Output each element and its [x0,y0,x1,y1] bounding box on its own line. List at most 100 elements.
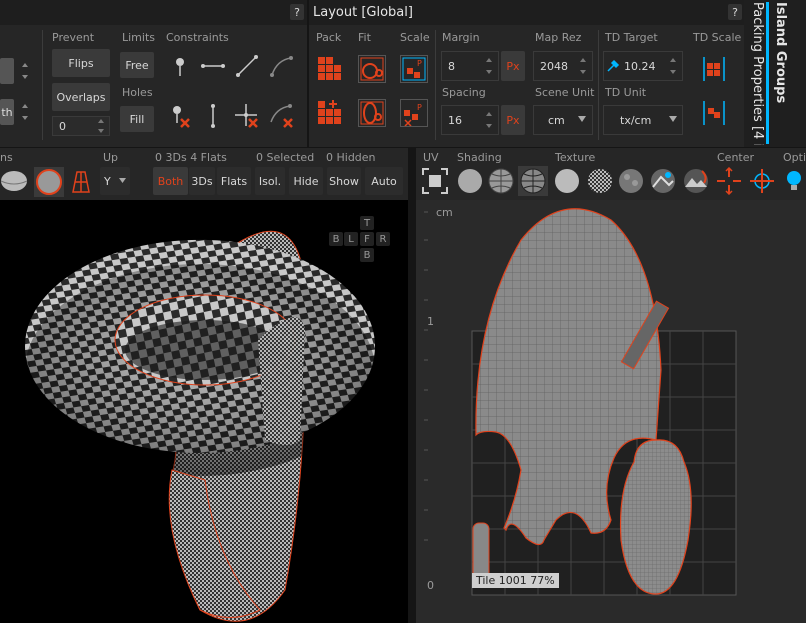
side-tab-island-groups[interactable]: Island Groups [773,2,793,142]
hide-button[interactable]: Hide [289,167,323,195]
pack-rotate-icon[interactable] [316,99,344,127]
edge-horizontal-icon[interactable] [199,52,227,80]
selected-label: 0 Selected [256,151,315,164]
options-label: Opti [783,151,806,164]
overlaps-button[interactable]: Overlaps [52,83,110,111]
nav-right-button[interactable]: R [376,232,390,246]
svg-text:P: P [417,103,422,112]
counts-label: 0 3Ds 4 Flats [155,151,227,164]
both-button[interactable]: Both [153,167,188,195]
curve-remove-icon[interactable] [268,102,296,130]
shading-wire-dark-icon[interactable] [518,166,548,196]
td-target-spinner[interactable] [668,55,678,77]
left-cut-spinner[interactable] [20,60,30,82]
layout-title: Layout [Global] [313,5,413,20]
td-target-value: 10.24 [624,59,656,73]
pack-grid-icon[interactable] [316,55,344,83]
td-target-label: TD Target [605,31,658,44]
island-groups-label: Island Groups [773,2,788,104]
pack-label: Pack [316,31,342,44]
edge-curve-icon[interactable] [268,52,296,80]
margin-unit: Px [506,59,520,73]
scene-unit-chevron-icon [578,116,586,122]
texture-checker-icon[interactable] [585,166,615,196]
light-bulb-icon[interactable] [782,166,806,196]
side-tab-highlight [766,2,769,144]
fit-origin-icon[interactable] [358,99,386,127]
td-scale-icon[interactable] [700,55,728,83]
shading-wire-icon[interactable] [486,166,516,196]
unpin-icon[interactable] [166,102,194,130]
3ds-button[interactable]: 3Ds [189,167,215,195]
spacing-unit: Px [506,113,520,127]
texture-landscape-icon[interactable] [681,166,711,196]
free-button[interactable]: Free [120,52,154,78]
overlaps-value: 0 [59,119,66,133]
spacing-px-toggle[interactable]: Px [501,105,525,135]
viewport-splitter[interactable] [408,147,416,623]
packing-properties-label: Packing Properties [4 i [750,2,765,145]
spacing-spinner[interactable] [484,109,494,131]
pin-icon[interactable] [166,52,194,80]
margin-spinner[interactable] [484,55,494,77]
show-button[interactable]: Show [327,167,361,195]
wireframe-plane-icon[interactable] [66,167,96,197]
td-unit-chevron-icon [669,116,677,122]
map-rez-label: Map Rez [535,31,582,44]
holes-label: Holes [122,86,153,99]
texture-cells-icon[interactable] [616,166,646,196]
flips-button[interactable]: Flips [52,49,110,77]
left-cut-label: th [1,105,13,119]
cross-remove-icon[interactable] [233,102,261,130]
map-rez-spinner[interactable] [578,55,588,77]
edge-vertical-icon[interactable] [199,102,227,130]
left-cut-field[interactable]: th [0,99,14,125]
viewport-uv[interactable]: cm 1 0 Tile 1001 77% [416,200,806,623]
nav-left-button[interactable]: L [344,232,358,246]
auto-button[interactable]: Auto [365,167,403,195]
left-cut-dropdown[interactable] [0,58,14,84]
uv-frame-icon[interactable] [420,166,450,196]
scale-icon[interactable]: P [400,55,428,83]
td-scale-get-icon[interactable] [700,99,728,127]
nav-top-button[interactable]: T [360,216,374,230]
left-cut-spinner-2[interactable] [20,101,30,123]
texture-none-icon[interactable] [552,166,582,196]
edge-diagonal-icon[interactable] [233,52,261,80]
flats-button[interactable]: Flats [217,167,251,195]
limits-label: Limits [122,31,155,44]
overlaps-spinner[interactable] [96,117,106,135]
scale-label: Scale [400,31,430,44]
texture-image-icon[interactable] [648,166,678,196]
uv-label: UV [423,151,439,164]
constraints-panel-header [0,0,307,25]
fit-label: Fit [358,31,371,44]
tile-info-text: Tile 1001 77% [476,574,555,587]
fill-button[interactable]: Fill [120,106,154,132]
center-tile-icon[interactable] [747,166,777,196]
shading-flat-icon[interactable] [455,166,485,196]
svg-text:P: P [417,59,422,68]
shading-sphere-icon[interactable] [34,167,64,197]
map-rez-value: 2048 [540,59,568,73]
uv-canvas [424,208,737,596]
scale-2-icon[interactable]: P [400,99,428,127]
viewport-3d[interactable]: T B L F R B [0,200,408,623]
fit-icon[interactable] [358,55,386,83]
margin-px-toggle[interactable]: Px [501,51,525,81]
eyedropper-icon[interactable] [606,59,620,73]
prevent-label: Prevent [52,31,95,44]
constraints-label: Constraints [166,31,229,44]
shading-smooth-icon[interactable] [0,167,28,195]
constraints-help-button[interactable]: ? [290,4,304,20]
scene-unit-value: cm [548,113,565,127]
isol-button[interactable]: Isol. [255,167,285,195]
td-unit-label: TD Unit [605,86,647,99]
center-selection-icon[interactable] [714,166,744,196]
nav-bottom-button[interactable]: B [360,248,374,262]
nav-back-button[interactable]: B [329,232,343,246]
center-label: Center [717,151,755,164]
nav-front-button[interactable]: F [360,232,374,246]
layout-help-button[interactable]: ? [728,4,742,20]
spacing-label: Spacing [442,86,486,99]
